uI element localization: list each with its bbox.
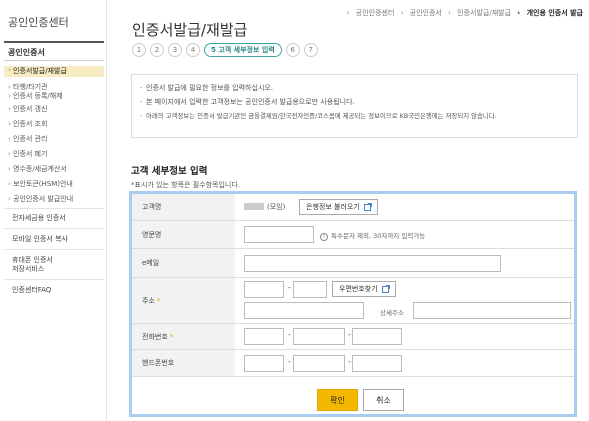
zipcode-input-1[interactable] [244, 281, 284, 298]
sidebar-section-header[interactable]: 공인인증서 ⌄ [4, 41, 104, 61]
english-name-hint: i 특수문자 제외, 30자까지 입력가능 [320, 230, 425, 241]
address-detail-input[interactable] [413, 302, 571, 319]
confirm-button[interactable]: 확인 [317, 389, 358, 411]
sidebar-item-register[interactable]: 인증서 등록/해제 [4, 92, 104, 101]
mobile-input-2[interactable] [293, 355, 345, 372]
dash: - [288, 283, 291, 292]
row-mobile: 핸드폰번호 - - [132, 350, 574, 377]
row-phone: 전화번호 * - - [132, 324, 574, 350]
sidebar-item-issue[interactable]: 인증서발급/재발급 [4, 66, 104, 77]
dash: - [288, 330, 291, 339]
breadcrumb-item[interactable]: › 인증서발급/재발급 [448, 9, 511, 17]
breadcrumb-item[interactable]: › 공인인증서 [401, 9, 442, 17]
notice-line: 아래의 고객정보는 인증서 발급기관인 금융결제원/한국전자인증/코스콤에 제공… [140, 109, 569, 123]
row-english-name: 영문명 i 특수문자 제외, 30자까지 입력가능 [132, 221, 574, 249]
step-7: 7 [303, 43, 318, 57]
external-link-icon [363, 202, 372, 211]
step-1: 1 [132, 43, 146, 57]
phone-input-1[interactable] [244, 328, 284, 345]
phone-label: 전화번호 * [132, 324, 235, 349]
chevron-down-icon: ⌄ [8, 45, 16, 55]
sidebar-item-manage[interactable]: 인증서 관리 [4, 135, 104, 144]
required-star: * [169, 332, 174, 341]
sidebar-item-revoke[interactable]: 인증서 폐기 [4, 150, 104, 159]
row-name: 고객명 (모임) 은행정보 불러오기 [132, 194, 574, 221]
mobile-input-3[interactable] [352, 355, 402, 372]
mobile-label: 핸드폰번호 [132, 350, 235, 376]
sidebar-item-other-bank[interactable]: 타행/타기관 [4, 83, 104, 92]
required-star: * [156, 296, 161, 305]
phone-input-2[interactable] [293, 328, 345, 345]
sidebar-link-phone-cert-line1: 휴대폰 인증서 [12, 256, 53, 264]
name-label: 고객명 [132, 194, 235, 220]
sidebar-item-renew[interactable]: 인증서 갱신 [4, 105, 104, 114]
row-address: 주소 * - 우편번호찾기 상세주소 [132, 278, 574, 324]
cancel-button[interactable]: 취소 [363, 389, 404, 411]
step-5-active: 5 고객 세부정보 입력 [204, 43, 282, 57]
sidebar-link-phone-cert[interactable]: 휴대폰 인증서 저장서비스 [4, 249, 104, 274]
sidebar-link-faq[interactable]: 인증센터FAQ [4, 279, 104, 295]
address-label: 주소 * [132, 278, 235, 323]
notice-line: 본 페이지에서 입력한 고객정보는 공인인증서 발급용으로만 사용됩니다. [140, 95, 569, 109]
email-input[interactable] [244, 255, 501, 272]
address-detail-label: 상세주소 [380, 309, 404, 317]
step-2: 2 [150, 43, 164, 57]
sidebar-link-tax-cert[interactable]: 전자세금용 인증서 [4, 208, 104, 223]
sidebar-item-lookup[interactable]: 인증서 조회 [4, 120, 104, 129]
zipcode-search-label: 우편번호찾기 [339, 285, 378, 293]
step-3: 3 [168, 43, 182, 57]
sidebar-item-hsm[interactable]: 보안토큰(HSM)안내 [4, 180, 104, 189]
sidebar-link-phone-cert-line2: 저장서비스 [12, 265, 45, 273]
zipcode-input-2[interactable] [293, 281, 327, 298]
step-indicator: 1 2 3 4 5 고객 세부정보 입력 6 7 [132, 42, 322, 58]
address-input[interactable] [244, 302, 364, 319]
email-label: e메일 [132, 249, 235, 277]
english-name-hint-text: 특수문자 제외, 30자까지 입력가능 [331, 232, 426, 240]
info-icon: i [320, 233, 328, 241]
sidebar-item-receipt[interactable]: 영수증/세금계산서 [4, 165, 104, 174]
name-suffix: (모임) [267, 203, 286, 211]
load-bank-info-button[interactable]: 은행정보 불러오기 [299, 199, 378, 215]
step-6: 6 [285, 43, 300, 57]
page-title: 인증서발급/재발급 [132, 21, 248, 39]
step-4: 4 [186, 43, 200, 57]
customer-detail-form: 고객명 (모임) 은행정보 불러오기 영문명 i 특수문자 제외, 30자까지 입… [129, 191, 577, 417]
breadcrumb: › 공인인증센터 › 공인인증서 › 인증서발급/재발급 › 개인용 인증서 발… [343, 8, 583, 18]
notice-line: 인증서 발급에 필요한 정보를 입력하십시오. [140, 81, 569, 95]
zipcode-search-button[interactable]: 우편번호찾기 [332, 281, 396, 297]
sidebar-item-guide[interactable]: 공인인증서 발급안내 [4, 195, 104, 204]
load-bank-info-label: 은행정보 불러오기 [306, 203, 360, 211]
breadcrumb-item[interactable]: › 공인인증센터 [347, 9, 395, 17]
dash: - [288, 357, 291, 366]
sidebar-link-mobile-copy[interactable]: 모바일 인증서 복사 [4, 228, 104, 244]
english-name-label: 영문명 [132, 221, 235, 248]
phone-input-3[interactable] [352, 328, 402, 345]
sidebar: 공인인증센터 공인인증서 ⌄ 인증서발급/재발급 타행/타기관 인증서 등록/해… [0, 0, 107, 421]
sidebar-title: 공인인증센터 [8, 16, 69, 29]
notice-box: 인증서 발급에 필요한 정보를 입력하십시오. 본 페이지에서 입력한 고객정보… [131, 74, 578, 138]
breadcrumb-current: › 개인용 인증서 발급 [517, 9, 583, 17]
mobile-input-1[interactable] [244, 355, 284, 372]
sidebar-submenu: 인증서발급/재발급 타행/타기관 인증서 등록/해제 인증서 갱신 인증서 조회… [4, 66, 104, 204]
external-link-icon [381, 284, 390, 293]
masked-name [244, 203, 264, 210]
english-name-input[interactable] [244, 226, 314, 243]
section-title: 고객 세부정보 입력 [131, 166, 208, 177]
required-note: *표시가 있는 항목은 필수항목입니다. [131, 181, 240, 189]
dash: - [348, 357, 351, 366]
dash: - [348, 330, 351, 339]
row-email: e메일 [132, 249, 574, 278]
